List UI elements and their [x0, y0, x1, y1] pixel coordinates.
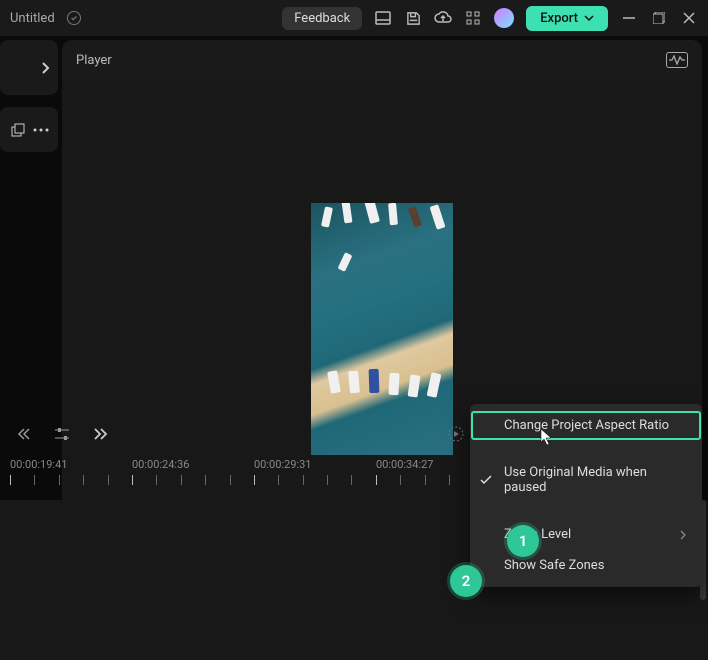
menu-change-aspect[interactable]: Change Project Aspect Ratio [470, 410, 702, 441]
feedback-button[interactable]: Feedback [282, 7, 362, 30]
layer-icon[interactable] [9, 121, 27, 139]
sync-status-icon[interactable] [67, 11, 81, 25]
left-tools [0, 107, 58, 152]
adjust-icon[interactable] [52, 424, 72, 444]
menu-safe-zones-label: Show Safe Zones [504, 558, 604, 573]
menu-change-aspect-label: Change Project Aspect Ratio [504, 418, 669, 433]
time-mark-2: 00:00:29:31 [254, 458, 376, 471]
export-label: Export [540, 11, 578, 26]
expand-panel-icon[interactable] [40, 61, 50, 75]
layout-icon[interactable] [374, 9, 392, 27]
minimize-button[interactable] [620, 9, 638, 27]
project-title: Untitled [10, 11, 55, 26]
time-mark-0: 00:00:19:41 [10, 458, 132, 471]
callout-badge-1: 1 [507, 525, 539, 557]
menu-use-original[interactable]: Use Original Media when paused [470, 457, 702, 503]
keyframe-back-icon[interactable] [14, 424, 34, 444]
chevron-forward-icon[interactable] [90, 424, 110, 444]
submenu-arrow-icon [680, 530, 686, 540]
title-bar: Untitled Feedback Export [0, 0, 708, 36]
player-title: Player [76, 53, 112, 68]
speed-icon[interactable] [446, 424, 466, 444]
user-avatar[interactable] [494, 8, 514, 28]
menu-safe-zones[interactable]: Show Safe Zones [470, 550, 702, 581]
scope-icon[interactable] [666, 52, 688, 68]
maximize-button[interactable] [650, 9, 668, 27]
left-panel-header [0, 40, 58, 95]
cursor-icon [540, 428, 554, 446]
close-button[interactable] [680, 9, 698, 27]
save-icon[interactable] [404, 9, 422, 27]
menu-use-original-label: Use Original Media when paused [504, 465, 686, 495]
apps-icon[interactable] [464, 9, 482, 27]
time-mark-1: 00:00:24:36 [132, 458, 254, 471]
export-button[interactable]: Export [526, 6, 608, 31]
more-icon[interactable] [32, 121, 50, 139]
player-context-menu: Change Project Aspect Ratio Use Original… [470, 404, 702, 587]
cloud-icon[interactable] [434, 9, 452, 27]
menu-zoom-level[interactable]: Zoom Level [470, 519, 702, 550]
check-icon [480, 475, 492, 485]
player-header: Player [62, 40, 702, 80]
callout-badge-2: 2 [450, 565, 482, 597]
chevron-down-icon [584, 15, 594, 21]
